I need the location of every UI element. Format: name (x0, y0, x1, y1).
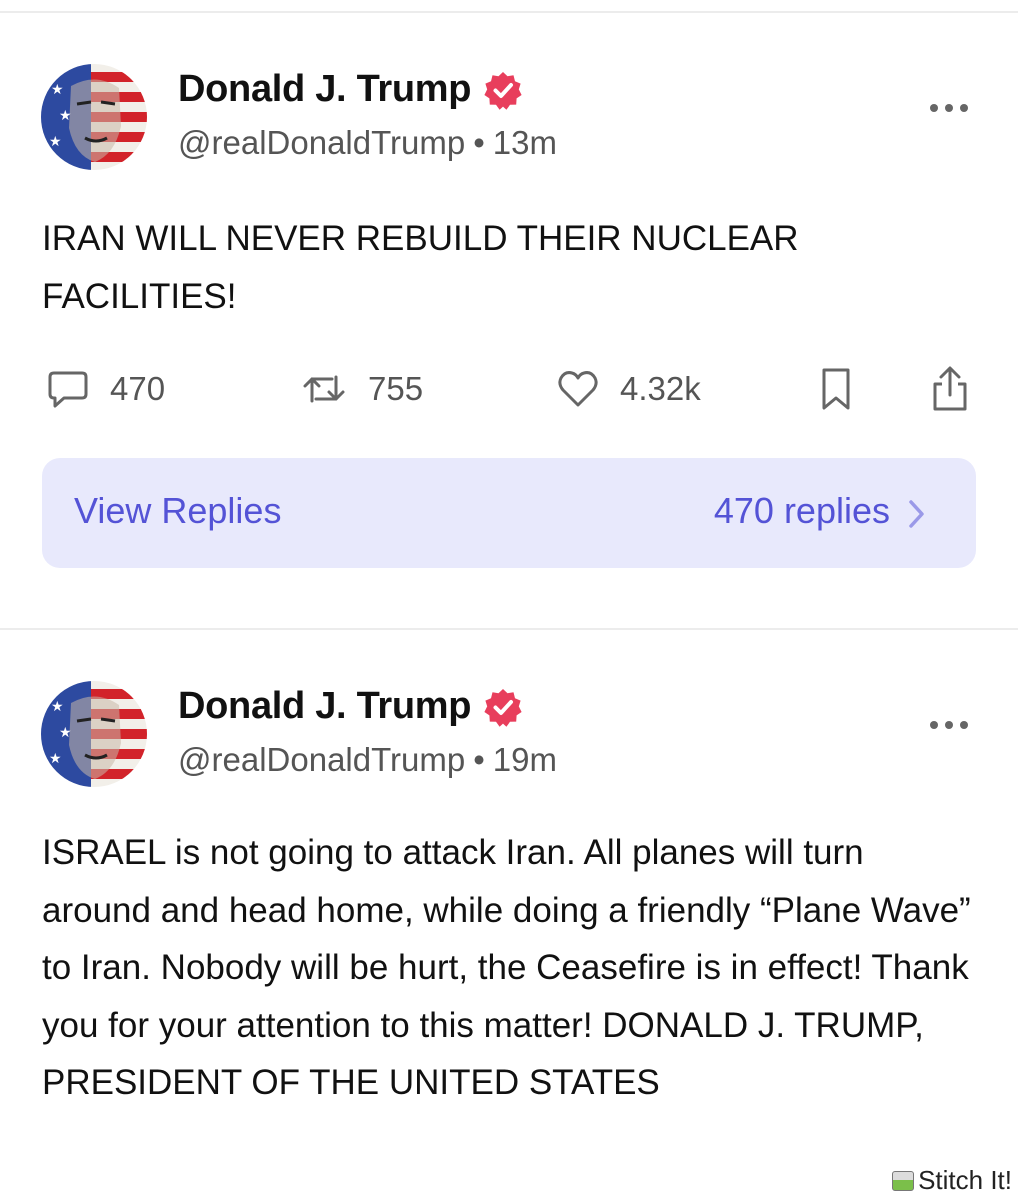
svg-text:★: ★ (49, 133, 62, 149)
retruth-count: 755 (368, 370, 424, 407)
like-button[interactable]: 4.32k (556, 366, 701, 412)
author-handle[interactable]: @realDonaldTrump (178, 124, 465, 161)
separator-dot: • (473, 741, 485, 778)
post-actions: 470 755 4.32k (42, 366, 982, 412)
svg-text:★: ★ (51, 698, 64, 714)
comment-icon (48, 371, 88, 408)
stitch-logo-icon (892, 1170, 915, 1191)
handle-row: @realDonaldTrump • 13m (178, 124, 557, 162)
watermark: Stitch It! (892, 1165, 1012, 1196)
verified-badge-icon (483, 687, 523, 727)
handle-row: @realDonaldTrump • 19m (178, 741, 557, 779)
retruth-icon (303, 375, 345, 403)
share-button[interactable] (928, 366, 972, 412)
reply-count: 470 (110, 370, 166, 407)
top-divider (0, 11, 1018, 13)
bookmark-icon (822, 368, 850, 410)
retruth-button[interactable]: 755 (300, 366, 423, 412)
post-time[interactable]: 13m (493, 124, 557, 161)
author-name[interactable]: Donald J. Trump (178, 68, 472, 111)
replies-count-label: 470 replies (713, 490, 890, 531)
post-text: ISRAEL is not going to attack Iran. All … (42, 833, 971, 1102)
chevron-right-icon (909, 500, 924, 528)
view-replies-label[interactable]: View Replies (74, 490, 281, 532)
share-icon (933, 366, 967, 411)
svg-text:★: ★ (59, 724, 72, 740)
more-options-icon[interactable] (930, 102, 968, 114)
author-name-row: Donald J. Trump (178, 685, 523, 728)
svg-text:★: ★ (59, 107, 72, 123)
post-divider (0, 628, 1018, 630)
bookmark-button[interactable] (818, 366, 854, 412)
watermark-text: Stitch It! (918, 1165, 1012, 1195)
author-name[interactable]: Donald J. Trump (178, 685, 472, 728)
author-name-row: Donald J. Trump (178, 68, 523, 111)
author-avatar[interactable]: ★ ★ ★ (41, 64, 147, 170)
author-handle[interactable]: @realDonaldTrump (178, 741, 465, 778)
post-time[interactable]: 19m (493, 741, 557, 778)
view-replies-bar[interactable]: View Replies 470 replies (42, 458, 976, 568)
heart-icon (558, 371, 598, 407)
post-text: IRAN WILL NEVER REBUILD THEIR NUCLEAR FA… (42, 219, 799, 316)
like-count: 4.32k (620, 370, 701, 407)
verified-badge-icon (483, 70, 523, 110)
separator-dot: • (473, 124, 485, 161)
author-avatar[interactable]: ★ ★ ★ (41, 681, 147, 787)
reply-button[interactable]: 470 (46, 366, 165, 412)
more-options-icon[interactable] (930, 719, 968, 731)
svg-text:★: ★ (51, 81, 64, 97)
svg-text:★: ★ (49, 750, 62, 766)
